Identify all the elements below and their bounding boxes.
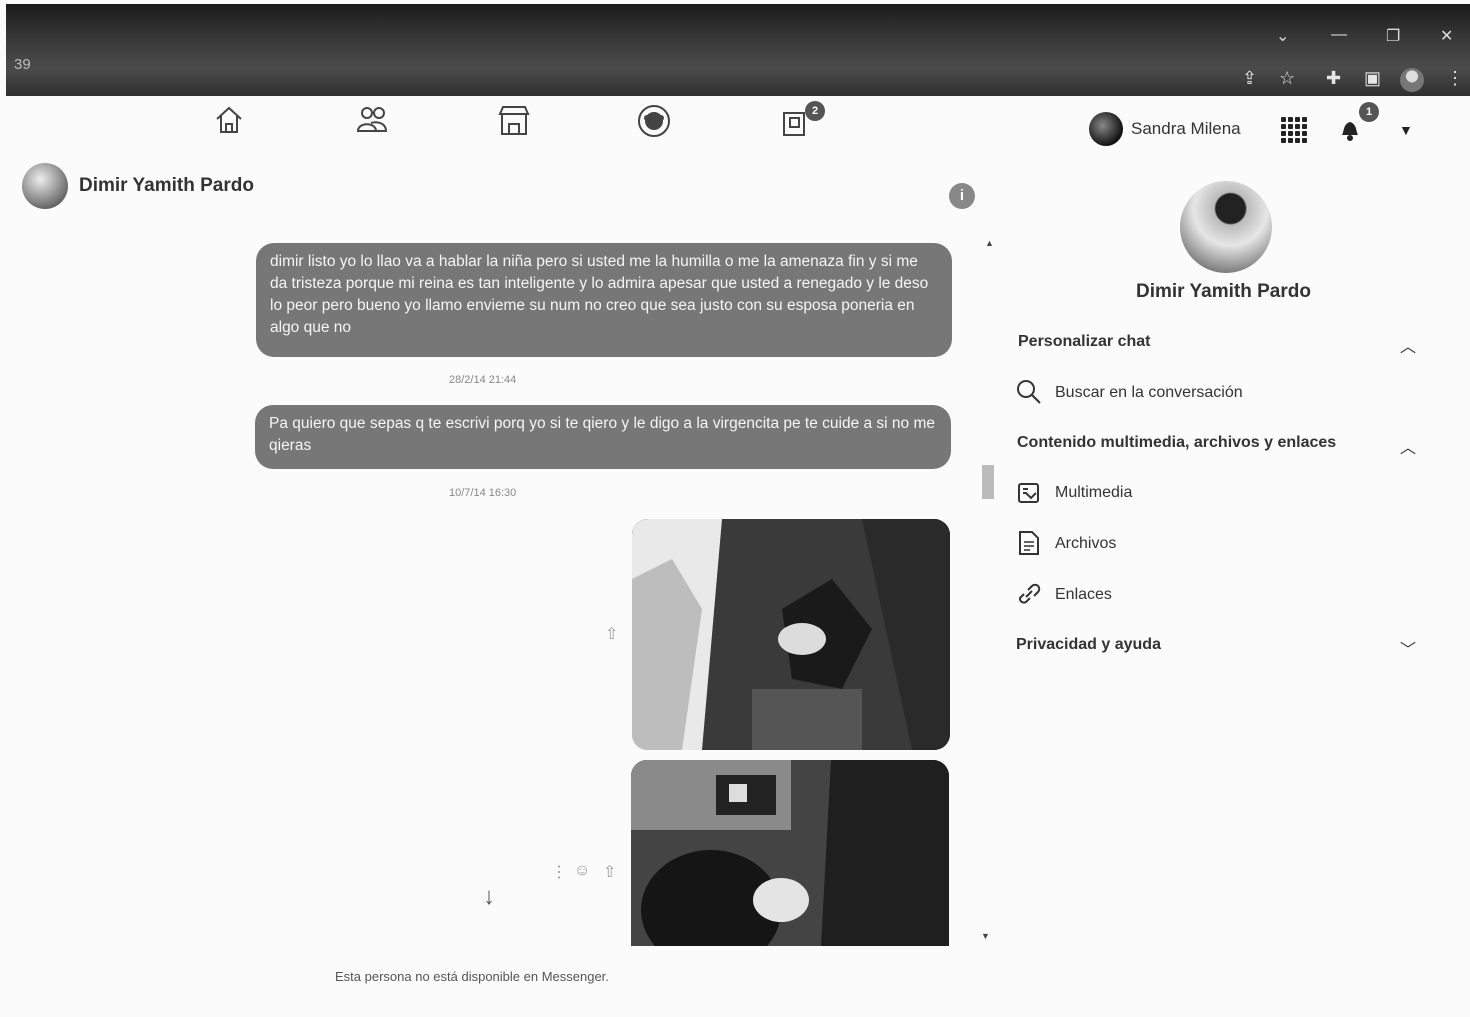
- apps-grid-icon[interactable]: [1281, 117, 1307, 143]
- chevron-up-icon[interactable]: ︿: [1400, 434, 1416, 458]
- panel-contact-name[interactable]: Dimir Yamith Pardo: [1136, 281, 1311, 303]
- scrollbar-thumb[interactable]: [982, 465, 994, 499]
- star-icon[interactable]: ☆: [1279, 68, 1295, 89]
- contact-avatar[interactable]: [22, 163, 68, 209]
- tab-search-icon[interactable]: ⌄: [1276, 26, 1289, 46]
- scroll-down-arrow-icon[interactable]: ▼: [981, 931, 990, 941]
- message-timestamp: 28/2/14 21:44: [449, 374, 517, 386]
- home-icon[interactable]: [213, 104, 245, 136]
- message-timestamp: 10/7/14 16:30: [449, 487, 517, 499]
- message-bubble[interactable]: Pa quiero que sepas q te escrivi porq yo…: [255, 405, 951, 469]
- chevron-down-icon[interactable]: ﹀: [1400, 636, 1416, 660]
- user-name[interactable]: Sandra Milena: [1131, 119, 1241, 139]
- file-icon: [1019, 531, 1039, 555]
- groups-icon[interactable]: [637, 104, 671, 138]
- restore-icon[interactable]: ❐: [1386, 26, 1400, 46]
- scroll-up-arrow-icon[interactable]: ▲: [985, 238, 994, 248]
- media-icon: [1018, 483, 1039, 503]
- share-icon[interactable]: ⇧: [605, 624, 618, 644]
- marketplace-icon[interactable]: [497, 104, 531, 138]
- message-bubble[interactable]: dimir listo yo lo llao va a hablar la ni…: [256, 243, 952, 357]
- links-item[interactable]: Enlaces: [1055, 586, 1112, 604]
- close-icon[interactable]: ✕: [1440, 26, 1453, 46]
- chevron-up-icon[interactable]: ︿: [1400, 333, 1416, 357]
- bell-icon[interactable]: [1338, 116, 1362, 142]
- sidepanel-icon[interactable]: ▣: [1364, 68, 1381, 89]
- extension-icon[interactable]: ✚: [1326, 68, 1341, 89]
- menu-icon[interactable]: ⋮: [1446, 68, 1464, 89]
- gaming-badge: 2: [805, 101, 825, 121]
- share-icon[interactable]: ⇧: [603, 862, 616, 882]
- info-icon[interactable]: i: [949, 183, 975, 209]
- files-item[interactable]: Archivos: [1055, 535, 1116, 553]
- link-icon: [1018, 583, 1041, 604]
- media-item[interactable]: Multimedia: [1055, 484, 1132, 502]
- unavailable-notice: Esta persona no está disponible en Messe…: [335, 969, 609, 984]
- notifications-badge: 1: [1359, 102, 1379, 122]
- browser-chrome: 39 ⌄ — ❐ ✕ ⇪ ☆ ✚ ▣ ⋮: [6, 4, 1470, 96]
- profile-icon[interactable]: [1400, 68, 1424, 92]
- tab-number[interactable]: 39: [14, 56, 31, 73]
- account-caret-icon[interactable]: ▼: [1399, 122, 1413, 138]
- photo-attachment[interactable]: [631, 760, 949, 946]
- panel-avatar[interactable]: [1180, 181, 1272, 273]
- friends-icon[interactable]: [355, 104, 389, 136]
- scroll-down-icon[interactable]: ↓: [483, 883, 495, 911]
- more-options-icon[interactable]: ⋮: [551, 862, 567, 882]
- photo-attachment[interactable]: [632, 519, 950, 750]
- customize-chat-header[interactable]: Personalizar chat: [1018, 333, 1151, 351]
- share-icon[interactable]: ⇪: [1242, 68, 1257, 89]
- search-icon: [1017, 380, 1041, 404]
- media-files-links-header[interactable]: Contenido multimedia, archivos y enlaces: [1017, 434, 1336, 452]
- search-conversation[interactable]: Buscar en la conversación: [1055, 384, 1243, 402]
- react-icon[interactable]: ☺: [574, 862, 590, 880]
- minimize-icon[interactable]: —: [1331, 26, 1347, 44]
- avatar[interactable]: [1089, 112, 1123, 146]
- privacy-help-header[interactable]: Privacidad y ayuda: [1016, 636, 1161, 654]
- chat-contact-name[interactable]: Dimir Yamith Pardo: [79, 175, 254, 197]
